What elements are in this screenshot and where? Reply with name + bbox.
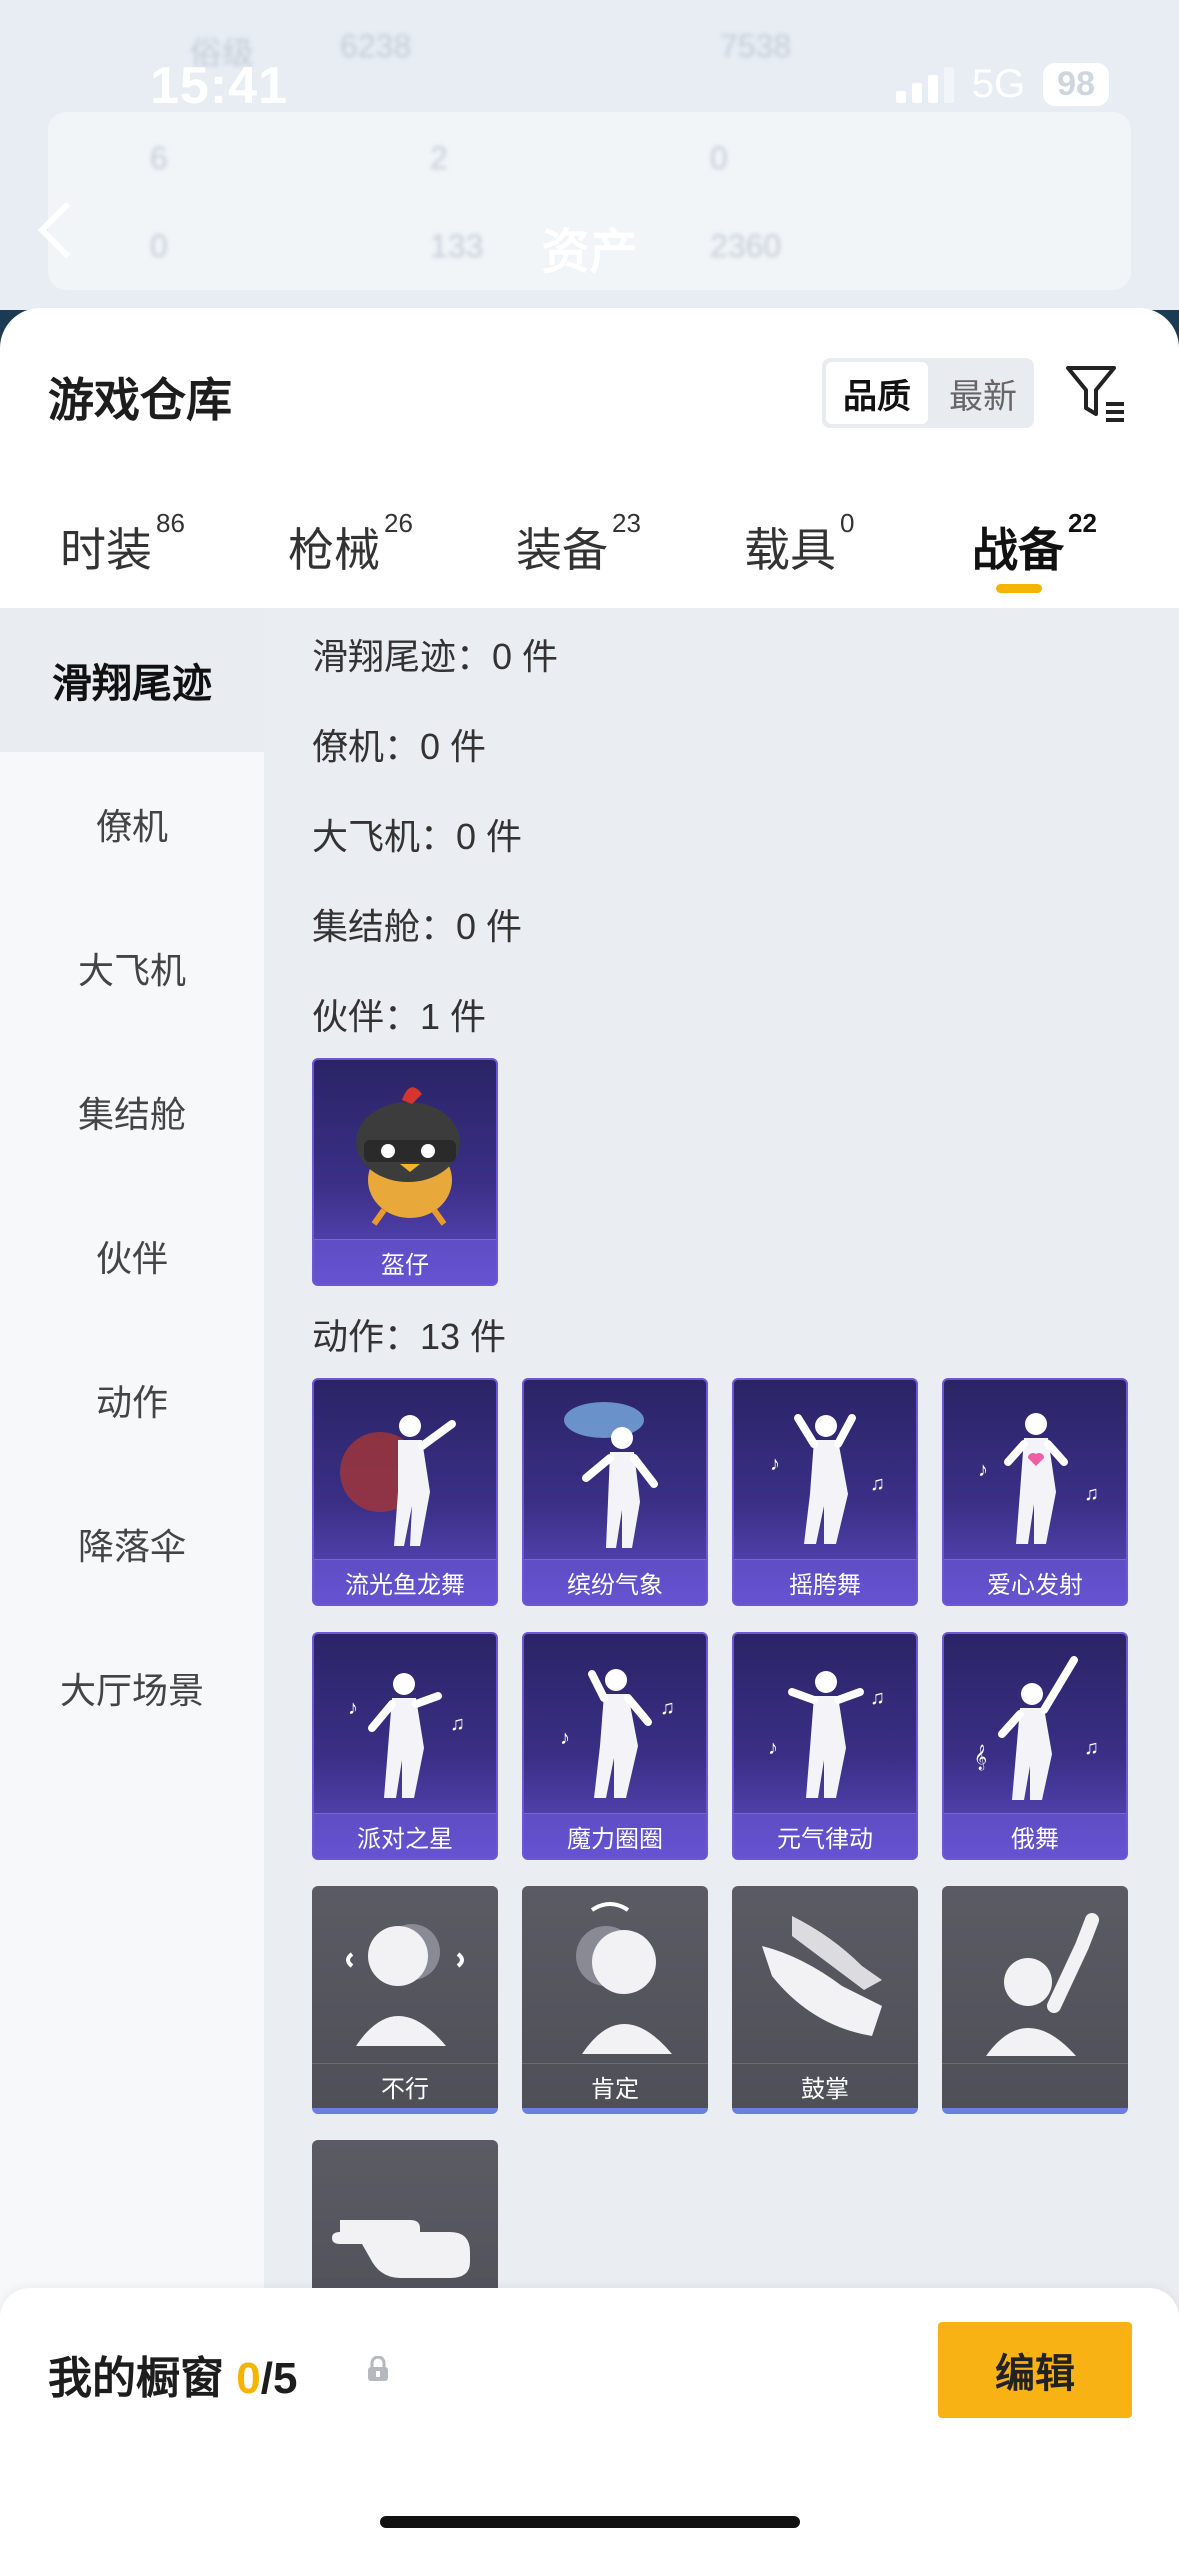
item-name: 俄舞 <box>944 1813 1126 1858</box>
item-card[interactable]: 肯定 <box>522 1886 708 2114</box>
showcase-total: /5 <box>260 2354 298 2403</box>
background-text: 0 <box>710 140 728 176</box>
sidebar-item-plane[interactable]: 大飞机 <box>0 896 264 1040</box>
tab-fashion[interactable]: 时装86 <box>60 508 185 580</box>
item-card[interactable] <box>942 1886 1128 2114</box>
svg-text:♪: ♪ <box>770 1453 780 1475</box>
item-content: 滑翔尾迹：0 件 僚机：0 件 大飞机：0 件 集结舱：0 件 伙伴：1 件 盔… <box>264 608 1179 2556</box>
sidebar-item-assembly-pod[interactable]: 集结舱 <box>0 1040 264 1184</box>
home-indicator[interactable] <box>380 2516 800 2528</box>
edit-button[interactable]: 编辑 <box>938 2322 1132 2418</box>
background-text: 2 <box>430 140 448 176</box>
sidebar-item-parachute[interactable]: 降落伞 <box>0 1472 264 1616</box>
clap-hands-icon <box>762 1916 882 2036</box>
dance-figure-icon: 𝄞 ♫ <box>974 1656 1099 1800</box>
lock-icon <box>368 2356 388 2381</box>
sidebar-item-glide-trail[interactable]: 滑翔尾迹 <box>0 608 264 752</box>
nod-icon <box>576 1902 672 2054</box>
item-card[interactable]: ♪ ♫ 元气律动 <box>732 1632 918 1860</box>
item-name: 缤纷气象 <box>524 1559 706 1604</box>
svg-text:𝄞: 𝄞 <box>974 1744 987 1770</box>
item-name: 爱心发射 <box>944 1559 1126 1604</box>
dance-figure-icon: ♪♫ <box>768 1671 885 1798</box>
item-name: 盔仔 <box>314 1239 496 1284</box>
sidebar: 滑翔尾迹 僚机 大飞机 集结舱 伙伴 动作 降落伞 大厅场景 <box>0 608 264 2556</box>
sidebar-item-lobby-scene[interactable]: 大厅场景 <box>0 1616 264 1760</box>
item-name: 肯定 <box>522 2063 708 2108</box>
svg-text:♫: ♫ <box>450 1713 465 1735</box>
status-indicators: 5G 98 <box>895 62 1109 107</box>
background-text: 6238 <box>340 28 412 64</box>
background-title: 资产 <box>541 226 638 279</box>
item-card[interactable]: ♪ ♫ 派对之星 <box>312 1632 498 1860</box>
tab-firearms[interactable]: 枪械26 <box>288 508 413 580</box>
svg-text:♫: ♫ <box>870 1687 885 1709</box>
active-tab-indicator <box>996 584 1042 593</box>
svg-text:♪: ♪ <box>978 1459 988 1481</box>
sidebar-item-partner[interactable]: 伙伴 <box>0 1184 264 1328</box>
showcase-title: 我的橱窗 0/5 <box>48 2354 298 2403</box>
dance-figure-icon <box>340 1415 456 1546</box>
item-name: 元气律动 <box>734 1813 916 1858</box>
signal-icon <box>895 66 954 103</box>
tab-equipment[interactable]: 装备23 <box>516 508 641 580</box>
item-card[interactable]: 不行 <box>312 1886 498 2114</box>
sort-quality-button[interactable]: 品质 <box>826 362 928 424</box>
category-heading: 大飞机：0 件 <box>312 816 523 857</box>
item-card[interactable]: 流光鱼龙舞 <box>312 1378 498 1606</box>
sidebar-item-wingman[interactable]: 僚机 <box>0 752 264 896</box>
svg-text:♫: ♫ <box>1084 1737 1099 1759</box>
item-name: 摇胯舞 <box>734 1559 916 1604</box>
item-card[interactable]: ♪ ♫ 魔力圈圈 <box>522 1632 708 1860</box>
svg-text:♪: ♪ <box>560 1727 570 1749</box>
item-card[interactable]: 盔仔 <box>312 1058 498 1286</box>
dance-figure-icon: ♪♫ <box>770 1414 885 1544</box>
warehouse-sheet: 游戏仓库 品质 最新 时装86 枪械26 装备23 载具0 战备22 滑翔尾迹 … <box>0 308 1179 2556</box>
background-text: 6 <box>150 140 168 176</box>
item-card[interactable]: 𝄞 ♫ 俄舞 <box>942 1632 1128 1860</box>
sheet-title: 游戏仓库 <box>48 374 232 426</box>
svg-text:♫: ♫ <box>1084 1483 1099 1505</box>
tab-tactical[interactable]: 战备22 <box>972 508 1097 580</box>
item-name: 派对之星 <box>314 1813 496 1858</box>
item-name: 鼓掌 <box>732 2063 918 2108</box>
svg-text:♫: ♫ <box>870 1473 885 1495</box>
category-heading: 伙伴：1 件 <box>312 996 487 1037</box>
item-name <box>942 2063 1128 2108</box>
item-card[interactable]: 鼓掌 <box>732 1886 918 2114</box>
item-card[interactable]: ♪ ♫ 摇胯舞 <box>732 1378 918 1606</box>
item-card[interactable]: 缤纷气象 <box>522 1378 708 1606</box>
svg-text:♫: ♫ <box>660 1697 675 1719</box>
category-heading: 动作：13 件 <box>312 1316 507 1357</box>
category-heading: 滑翔尾迹：0 件 <box>312 636 559 677</box>
sort-toggle: 品质 最新 <box>822 358 1034 428</box>
dance-figure-icon: ♪♫ <box>560 1669 675 1798</box>
showcase-count: 0 <box>236 2354 261 2403</box>
background-text: 7538 <box>720 28 792 64</box>
battery-icon: 98 <box>1043 63 1109 106</box>
item-card[interactable]: ♪ ♫ 爱心发射 <box>942 1378 1128 1606</box>
head-shake-icon <box>346 1924 464 2046</box>
sort-latest-button[interactable]: 最新 <box>932 358 1034 428</box>
category-heading: 僚机：0 件 <box>312 726 487 767</box>
svg-text:♪: ♪ <box>768 1737 778 1759</box>
wave-hand-icon <box>986 1913 1099 2056</box>
network-label: 5G <box>971 62 1026 106</box>
category-heading: 集结舱：0 件 <box>312 906 523 947</box>
status-time: 15:41 <box>150 57 288 115</box>
svg-text:♪: ♪ <box>348 1697 358 1719</box>
chick-helmet-icon <box>356 1087 460 1226</box>
dance-figure-icon <box>564 1402 658 1548</box>
item-name: 不行 <box>312 2063 498 2108</box>
item-name: 流光鱼龙舞 <box>314 1559 496 1604</box>
filter-icon[interactable] <box>1062 360 1128 426</box>
heart-dance-icon: ♪♫ <box>978 1413 1099 1544</box>
showcase-footer: 我的橱窗 0/5 编辑 <box>0 2288 1179 2556</box>
dance-figure-icon: ♪♫ <box>348 1673 465 1798</box>
sidebar-item-action[interactable]: 动作 <box>0 1328 264 1472</box>
item-name: 魔力圈圈 <box>524 1813 706 1858</box>
tab-vehicles[interactable]: 载具0 <box>744 508 854 580</box>
